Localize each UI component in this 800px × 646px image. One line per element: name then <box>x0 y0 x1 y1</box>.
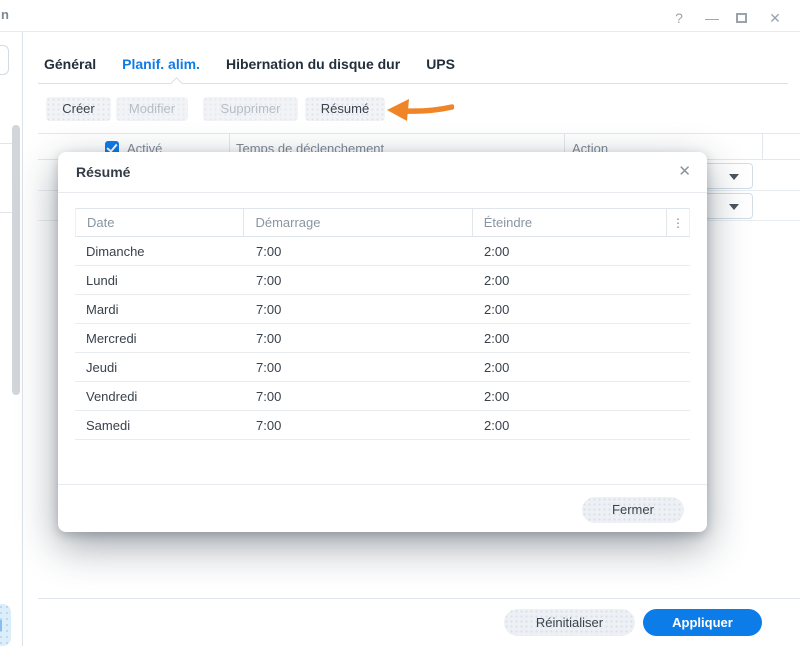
sidebar-divider <box>22 32 23 646</box>
schedule-table-top-border <box>38 133 800 134</box>
table-row: Mardi 7:00 2:00 <box>75 295 690 324</box>
cell-stop: 2:00 <box>484 389 510 404</box>
table-row: Samedi 7:00 2:00 <box>75 411 690 440</box>
tab-bar: Général Planif. alim. Hibernation du dis… <box>44 56 455 72</box>
sidebar-cropped-control <box>0 45 9 75</box>
table-row: Vendredi 7:00 2:00 <box>75 382 690 411</box>
cell-start: 7:00 <box>256 331 282 346</box>
control-panel-window: n ? — ✕ Général Planif. alim. Hibernatio… <box>0 0 800 646</box>
annotation-arrow-icon <box>387 99 454 121</box>
cell-stop: 2:00 <box>484 418 510 433</box>
sidebar-cropped-button-accent <box>0 620 2 631</box>
cell-date: Samedi <box>86 418 131 433</box>
summary-table-header: Date Démarrage Éteindre ⋮ <box>75 208 690 237</box>
cell-start: 7:00 <box>256 302 282 317</box>
cell-date: Mardi <box>86 302 119 317</box>
maximize-icon[interactable] <box>736 13 747 23</box>
tab-general[interactable]: Général <box>44 56 96 72</box>
cell-date: Lundi <box>86 273 118 288</box>
apply-button[interactable]: Appliquer <box>643 609 762 636</box>
cell-date: Dimanche <box>86 244 145 259</box>
summary-button[interactable]: Résumé <box>305 97 385 121</box>
create-button[interactable]: Créer <box>46 97 111 121</box>
tab-power-schedule[interactable]: Planif. alim. <box>122 56 200 72</box>
reset-button[interactable]: Réinitialiser <box>504 609 635 636</box>
column-stop[interactable]: Éteindre <box>473 209 668 236</box>
dialog-footer-divider <box>58 484 707 485</box>
cell-stop: 2:00 <box>484 244 510 259</box>
sidebar-scrollbar-thumb[interactable] <box>12 125 20 395</box>
modify-button: Modifier <box>116 97 188 121</box>
cell-start: 7:00 <box>256 244 282 259</box>
cell-stop: 2:00 <box>484 360 510 375</box>
column-date[interactable]: Date <box>76 209 245 236</box>
cell-stop: 2:00 <box>484 302 510 317</box>
chevron-down-icon <box>729 174 739 180</box>
cell-date: Mercredi <box>86 331 137 346</box>
tab-ups[interactable]: UPS <box>426 56 455 72</box>
tab-underline <box>38 83 788 84</box>
help-icon[interactable]: ? <box>668 9 690 27</box>
cell-date: Jeudi <box>86 360 118 375</box>
close-dialog-button[interactable]: Fermer <box>582 497 684 523</box>
tab-hdd-hibernation[interactable]: Hibernation du disque dur <box>226 56 400 72</box>
cell-start: 7:00 <box>256 273 282 288</box>
column-start[interactable]: Démarrage <box>244 209 473 236</box>
dialog-header-divider <box>58 192 707 193</box>
chevron-down-icon <box>729 204 739 210</box>
delete-button: Supprimer <box>203 97 298 121</box>
dialog-close-icon[interactable]: ✕ <box>678 162 691 180</box>
footer-divider <box>38 598 800 599</box>
active-tab-notch <box>170 77 183 90</box>
dialog-title: Résumé <box>76 164 131 180</box>
titlebar-text-fragment: n <box>1 7 9 22</box>
minimize-icon[interactable]: — <box>701 9 723 27</box>
summary-table: Date Démarrage Éteindre ⋮ Dimanche 7:00 … <box>75 208 690 440</box>
schedule-header-divider <box>762 134 763 159</box>
cell-start: 7:00 <box>256 418 282 433</box>
table-row: Jeudi 7:00 2:00 <box>75 353 690 382</box>
close-window-icon[interactable]: ✕ <box>764 9 786 27</box>
column-settings-icon[interactable]: ⋮ <box>667 209 689 236</box>
table-row: Lundi 7:00 2:00 <box>75 266 690 295</box>
cell-start: 7:00 <box>256 360 282 375</box>
summary-dialog: Résumé ✕ Date Démarrage Éteindre ⋮ Diman… <box>58 152 707 532</box>
table-row: Mercredi 7:00 2:00 <box>75 324 690 353</box>
cell-date: Vendredi <box>86 389 138 404</box>
table-row: Dimanche 7:00 2:00 <box>75 237 690 266</box>
cell-start: 7:00 <box>256 389 282 404</box>
cell-stop: 2:00 <box>484 331 510 346</box>
cell-stop: 2:00 <box>484 273 510 288</box>
